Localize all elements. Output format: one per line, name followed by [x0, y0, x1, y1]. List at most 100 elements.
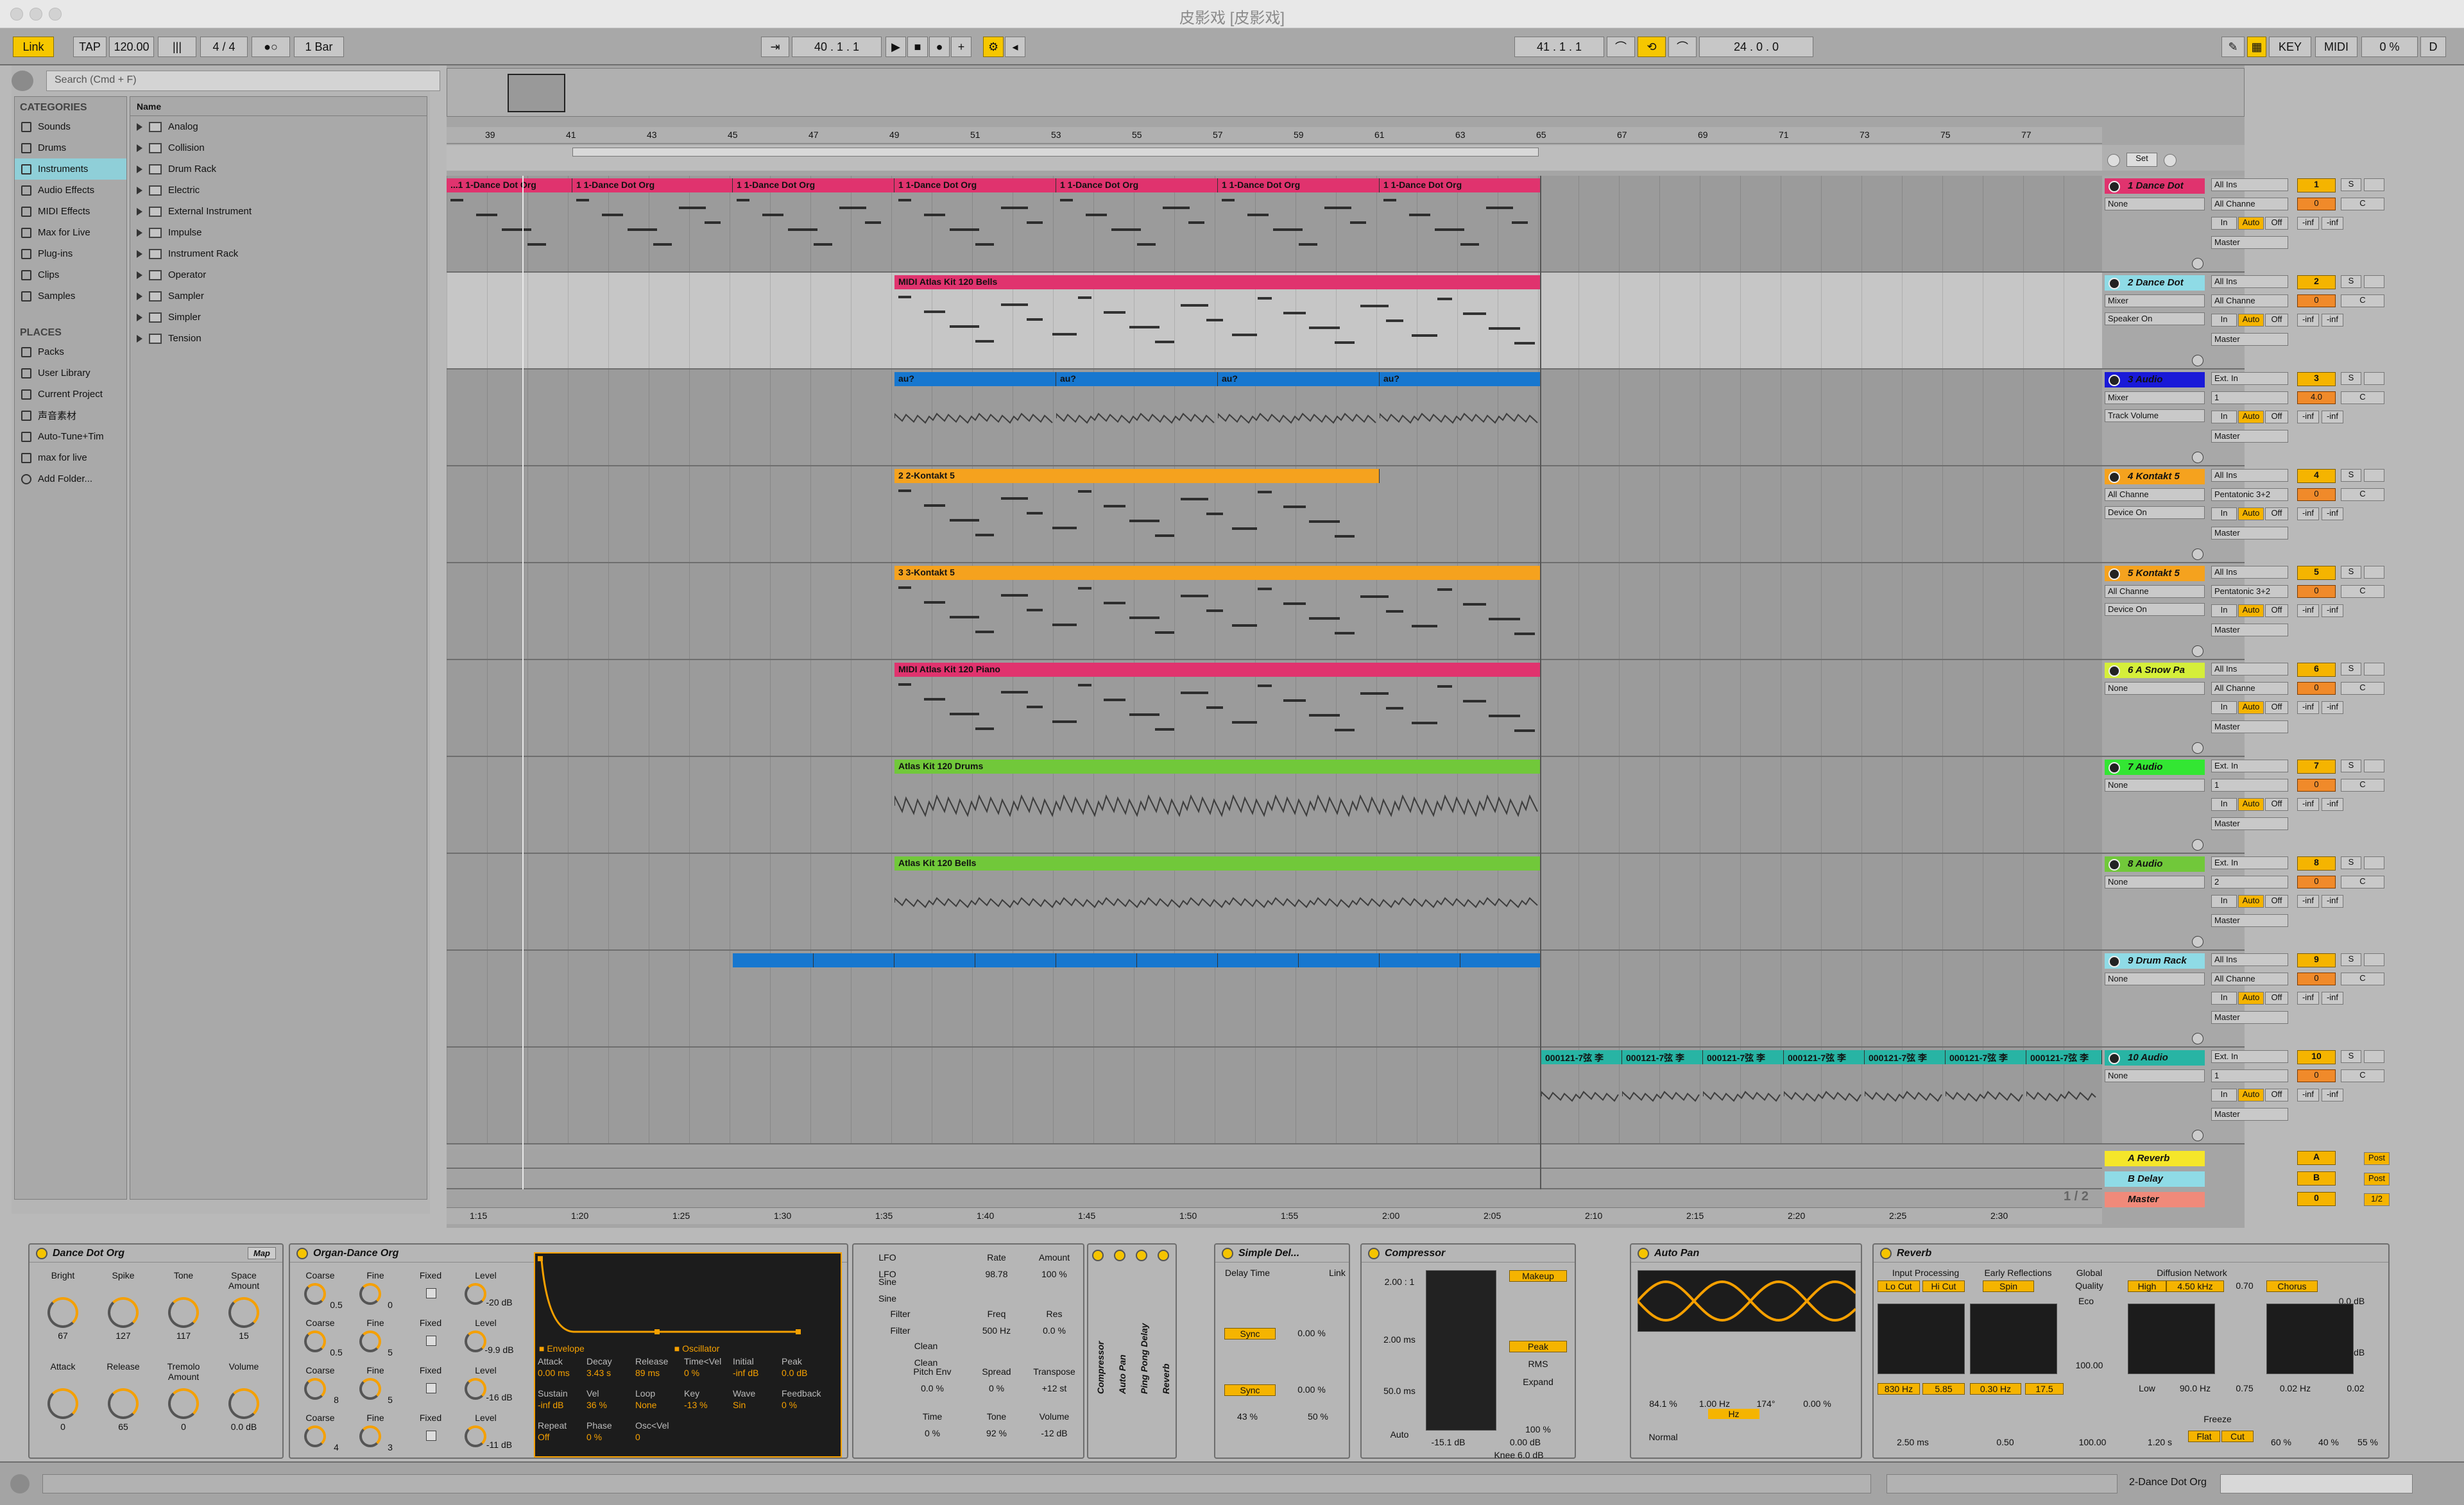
reverb-param[interactable]: Chorus: [2266, 1280, 2318, 1292]
input-channel-select[interactable]: Pentatonic 3+2: [2211, 585, 2288, 598]
list-item[interactable]: Tension: [130, 328, 427, 349]
arrangement-position-field[interactable]: 40 . 1 . 1: [792, 37, 882, 57]
reverb-param[interactable]: 5.85: [1922, 1383, 1965, 1395]
reverb-param[interactable]: Diffusion Network: [2128, 1268, 2256, 1278]
reenable-automation-icon[interactable]: ◂: [1005, 37, 1025, 57]
expand-icon[interactable]: [137, 250, 142, 258]
delay-param[interactable]: Delay Time: [1222, 1268, 1273, 1278]
device-power-icon[interactable]: [36, 1247, 47, 1259]
track-lane[interactable]: MIDI Atlas Kit 120 Bells: [447, 273, 2102, 370]
clip-body[interactable]: [1945, 1064, 2026, 1141]
clip-header[interactable]: 1 1-Dance Dot Org: [894, 178, 1056, 192]
browser-toggle-icon[interactable]: [12, 71, 33, 91]
draw-mode-icon[interactable]: ✎: [2221, 37, 2245, 57]
output-select[interactable]: Master: [2211, 817, 2288, 830]
return-name[interactable]: B Delay: [2105, 1171, 2205, 1187]
lfo-param-value[interactable]: 98.78: [969, 1269, 1024, 1279]
track-volume-field[interactable]: 4.0: [2297, 391, 2336, 404]
automation-arm-icon[interactable]: ⚙: [983, 37, 1004, 57]
expand-icon[interactable]: [137, 271, 142, 279]
return-activator-button[interactable]: B: [2297, 1171, 2336, 1186]
clip-header[interactable]: 1 1-Dance Dot Org: [1380, 178, 1541, 192]
monitor-in-button[interactable]: In: [2211, 992, 2237, 1005]
input-type-select[interactable]: All Ins: [2211, 566, 2288, 579]
clip-header[interactable]: au?: [894, 372, 1056, 386]
compressor-param[interactable]: 50.0 ms: [1371, 1386, 1428, 1396]
time-signature-field[interactable]: 4 / 4: [200, 37, 248, 57]
clip-body[interactable]: [1299, 967, 1380, 1044]
clip-header[interactable]: 1 1-Dance Dot Org: [1218, 178, 1380, 192]
monitor-in-button[interactable]: In: [2211, 411, 2237, 423]
macro-knob[interactable]: [47, 1388, 78, 1419]
category-samples[interactable]: Samples: [15, 285, 126, 307]
reverb-param[interactable]: 0.75: [2225, 1383, 2264, 1393]
delay-param[interactable]: 50 %: [1292, 1411, 1344, 1422]
clip-header[interactable]: [814, 953, 894, 967]
monitor-auto-button[interactable]: Auto: [2238, 314, 2264, 327]
list-item[interactable]: Analog: [130, 116, 427, 137]
track-lane[interactable]: Atlas Kit 120 Drums: [447, 757, 2102, 854]
monitor-off-button[interactable]: Off: [2265, 1089, 2288, 1101]
solo-button[interactable]: S: [2341, 663, 2361, 676]
input-channel-select[interactable]: All Channe: [2211, 973, 2288, 985]
list-item[interactable]: Instrument Rack: [130, 243, 427, 264]
coarse-knob[interactable]: [304, 1378, 326, 1400]
clip-body[interactable]: [814, 967, 894, 1044]
loop-length-field[interactable]: 24 . 0 . 0: [1699, 37, 1813, 57]
clip-header[interactable]: Atlas Kit 120 Drums: [894, 760, 1541, 774]
envelope-display[interactable]: ■ Envelope ■ Oscillator Attack 0.00 ms Dec…: [534, 1252, 842, 1458]
envelope-param-value[interactable]: 0.00 ms: [538, 1368, 585, 1378]
macro-knob[interactable]: [47, 1297, 78, 1328]
arm-button[interactable]: [2364, 178, 2384, 191]
overview[interactable]: [447, 68, 2245, 117]
quantize-menu[interactable]: 1 Bar: [294, 37, 344, 57]
output-select[interactable]: Master: [2211, 1108, 2288, 1121]
midi-map-button[interactable]: MIDI: [2315, 37, 2357, 57]
delay-param[interactable]: Link: [1312, 1268, 1363, 1278]
list-item[interactable]: Electric: [130, 180, 427, 201]
pan-field[interactable]: C: [2341, 682, 2384, 695]
pre-post-button[interactable]: 1/2: [2364, 1193, 2390, 1206]
reverb-display[interactable]: [1970, 1304, 2057, 1374]
coarse-knob[interactable]: [304, 1331, 326, 1352]
macro-knob[interactable]: [168, 1297, 199, 1328]
compressor-param[interactable]: -15.1 dB: [1419, 1437, 1477, 1447]
category-clips[interactable]: Clips: [15, 264, 126, 285]
clip-body[interactable]: [1056, 967, 1137, 1044]
fixed-checkbox[interactable]: [426, 1383, 436, 1393]
place-auto-tune[interactable]: Auto-Tune+Tim: [15, 426, 126, 447]
return-activator-button[interactable]: A: [2297, 1151, 2336, 1165]
arm-button[interactable]: [2364, 953, 2384, 966]
input-channel-select[interactable]: 1: [2211, 779, 2288, 792]
device-power-icon[interactable]: [296, 1247, 308, 1259]
clip-body[interactable]: [894, 386, 1056, 463]
output-select[interactable]: Master: [2211, 914, 2288, 927]
track-volume-field[interactable]: 0: [2297, 488, 2336, 501]
device-overview-strip[interactable]: [2220, 1474, 2413, 1493]
monitor-off-button[interactable]: Off: [2265, 798, 2288, 811]
track-volume-field[interactable]: 0: [2297, 973, 2336, 985]
track-lane[interactable]: ...1 1-Dance Dot Org 1 1-Dance Dot Org 1 1…: [447, 176, 2102, 273]
place-sound-material[interactable]: 声音素材: [15, 405, 126, 426]
record-icon[interactable]: ●: [929, 37, 950, 57]
input-type-select[interactable]: Ext. In: [2211, 856, 2288, 869]
chain-label[interactable]: Ping Pong Delay: [1139, 1298, 1149, 1394]
clip-body[interactable]: [447, 192, 572, 269]
reverb-display[interactable]: [1878, 1304, 1965, 1374]
reverb-param[interactable]: 830 Hz: [1878, 1383, 1920, 1395]
input-type-select[interactable]: All Ins: [2211, 178, 2288, 191]
solo-button[interactable]: S: [2341, 275, 2361, 288]
arm-button[interactable]: [2364, 372, 2384, 385]
track-volume-field[interactable]: 0: [2297, 585, 2336, 598]
envelope-param-value[interactable]: 0.0 dB: [782, 1368, 829, 1378]
envelope-param-value[interactable]: Sin: [733, 1400, 780, 1410]
clip-header[interactable]: 000121-7弦 李: [1622, 1050, 1703, 1064]
clip-body[interactable]: [733, 192, 894, 269]
punch-in-icon[interactable]: ⌒: [1607, 37, 1635, 57]
monitor-off-button[interactable]: Off: [2265, 895, 2288, 908]
solo-button[interactable]: S: [2341, 372, 2361, 385]
track-activator-button[interactable]: 10: [2297, 1050, 2336, 1064]
name-column-header[interactable]: Name: [130, 97, 427, 116]
clip-body[interactable]: [733, 967, 814, 1044]
input-type-select[interactable]: All Ins: [2211, 469, 2288, 482]
